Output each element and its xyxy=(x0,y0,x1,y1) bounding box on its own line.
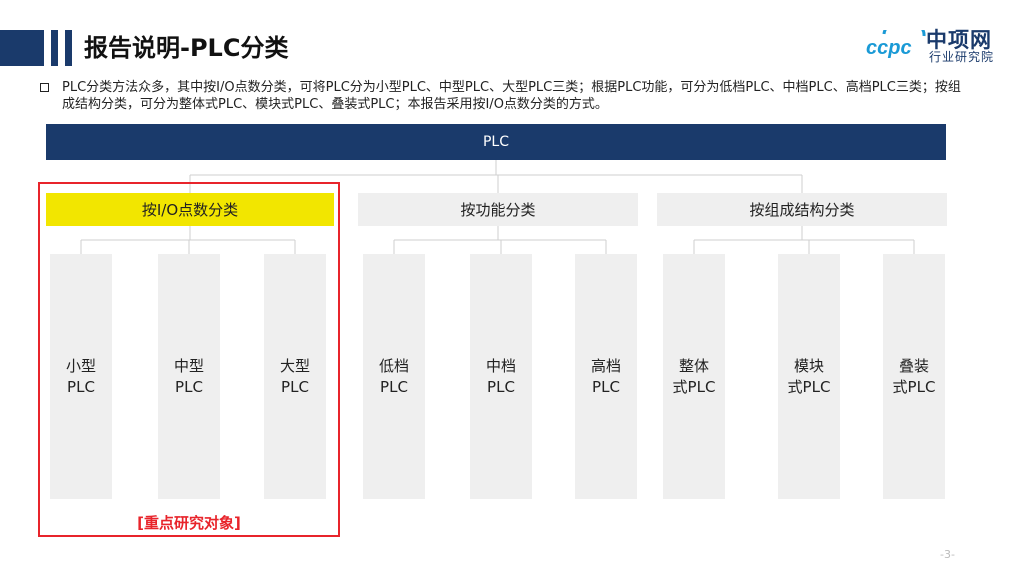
leaf-label-line1: 高档 xyxy=(590,356,621,375)
leaf-low-end-plc: 低档 PLC xyxy=(363,254,425,499)
leaf-modular-plc: 模块式PLC xyxy=(778,254,840,499)
leaf-label-line1: 叠装 xyxy=(898,356,929,375)
leaf-mid-end-plc: 中档 PLC xyxy=(470,254,532,499)
leaf-label-line2: 式PLC xyxy=(892,377,936,396)
leaf-label-line2: PLC xyxy=(380,377,408,396)
leaf-integral-plc: 整体式PLC xyxy=(663,254,725,499)
category-by-function: 按功能分类 xyxy=(358,193,638,226)
leaf-label-line1: 低档 xyxy=(378,356,409,375)
category-label: 按组成结构分类 xyxy=(749,201,855,219)
category-by-structure: 按组成结构分类 xyxy=(657,193,947,226)
leaf-high-end-plc: 高档 PLC xyxy=(575,254,637,499)
leaf-label-line2: 式PLC xyxy=(672,377,716,396)
root-node-plc: PLC xyxy=(46,124,946,160)
leaf-label-line1: 整体 xyxy=(678,356,709,375)
leaf-stacked-plc: 叠装式PLC xyxy=(883,254,945,499)
leaf-label-line2: PLC xyxy=(487,377,515,396)
leaf-label-line1: 模块 xyxy=(793,356,824,375)
leaf-label-line2: PLC xyxy=(592,377,620,396)
focus-label: [重点研究对象] xyxy=(137,514,241,532)
root-node-label: PLC xyxy=(482,134,510,150)
leaf-label-line1: 中档 xyxy=(485,356,516,375)
page-number: -3- xyxy=(940,548,955,561)
leaf-label-line2: 式PLC xyxy=(787,377,831,396)
category-label: 按功能分类 xyxy=(460,201,536,219)
focus-highlight-box xyxy=(38,182,340,537)
